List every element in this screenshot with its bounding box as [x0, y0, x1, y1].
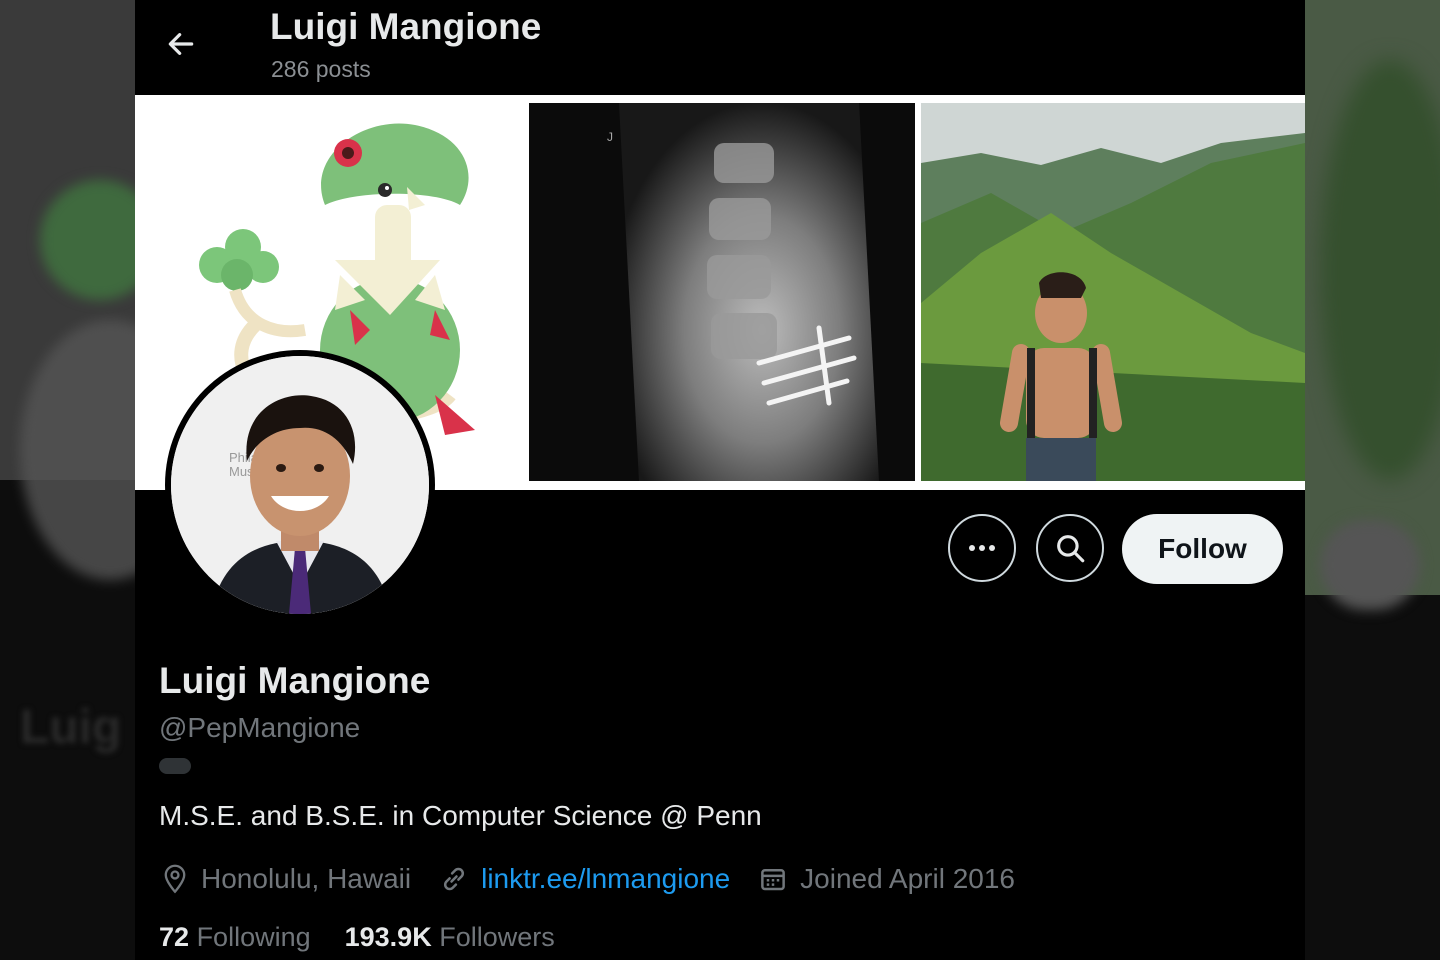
- link-icon: [444, 867, 465, 891]
- profile-avatar[interactable]: Philad Muse: [165, 350, 435, 620]
- following-count: 72: [159, 922, 190, 952]
- location-pin-icon: [164, 864, 186, 894]
- profile-bio: M.S.E. and B.S.E. in Computer Science @ …: [159, 800, 762, 831]
- followers-label: Followers: [439, 922, 555, 952]
- arrow-left-icon: [168, 33, 194, 55]
- banner-xray-image: J: [529, 103, 915, 481]
- search-posts-button[interactable]: [1036, 514, 1104, 582]
- followers-link[interactable]: 193.9K Followers: [345, 922, 555, 952]
- banner-hiking-photo: [921, 103, 1305, 481]
- following-link[interactable]: 72 Following: [159, 922, 311, 952]
- more-options-button[interactable]: [948, 514, 1016, 582]
- more-icon: [969, 545, 995, 551]
- profile-page: Luigi Mangione 286 posts J Muse Follow L…: [135, 0, 1305, 960]
- profile-handle: @PepMangione: [159, 712, 361, 743]
- joined-item: Joined April 2016: [758, 863, 1015, 895]
- post-count: 286 posts: [271, 56, 371, 82]
- profile-display-name: Luigi Mangione: [159, 660, 431, 701]
- calendar-icon: [761, 869, 786, 891]
- joined-text: Joined April 2016: [800, 863, 1015, 894]
- profile-header-bar: Luigi Mangione 286 posts: [135, 0, 1305, 95]
- search-icon: [1057, 535, 1085, 563]
- follow-stats: 72 Following 193.9K Followers: [159, 922, 555, 953]
- blurred-backdrop-left: Luig: [0, 0, 135, 960]
- website-item[interactable]: linktr.ee/lnmangione: [439, 863, 730, 895]
- badge-placeholder: [159, 758, 191, 774]
- blurred-backdrop-right: [1305, 0, 1440, 960]
- followers-count: 193.9K: [344, 922, 432, 952]
- profile-meta: Honolulu, Hawaii linktr.ee/lnmangione Jo…: [161, 860, 1043, 898]
- location-item: Honolulu, Hawaii: [161, 863, 411, 895]
- following-label: Following: [196, 922, 311, 952]
- back-button[interactable]: [163, 26, 199, 62]
- website-link[interactable]: linktr.ee/lnmangione: [481, 863, 730, 895]
- svg-text:J: J: [607, 130, 613, 144]
- location-text: Honolulu, Hawaii: [201, 863, 412, 894]
- header-title: Luigi Mangione: [270, 6, 542, 47]
- follow-button[interactable]: Follow: [1122, 514, 1283, 584]
